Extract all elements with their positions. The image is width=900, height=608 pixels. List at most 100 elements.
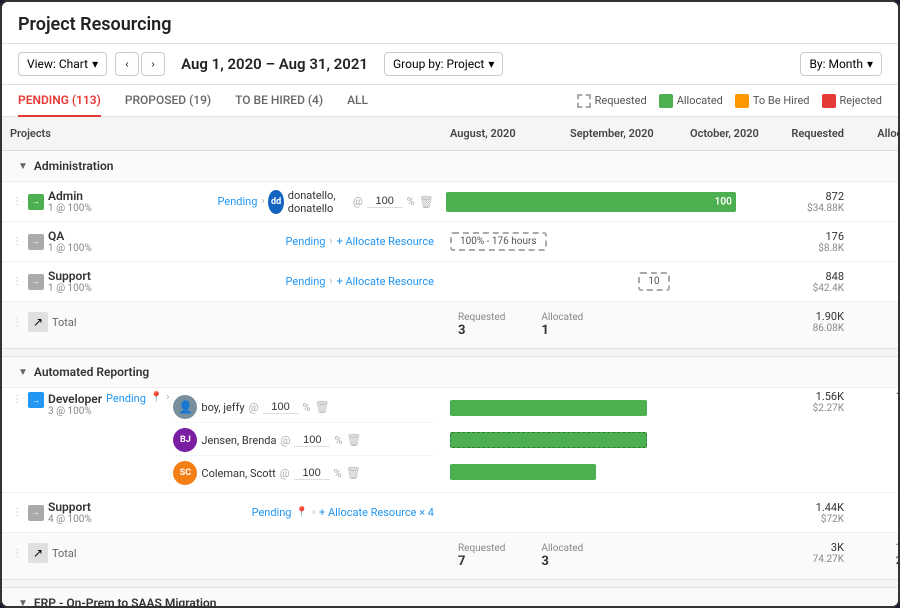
chevron-right-icon: › xyxy=(329,236,332,247)
stat-allocated-dev: 1.56K 2.27K xyxy=(852,388,898,492)
section-chevron-erp[interactable]: ▼ xyxy=(18,598,28,607)
resource-cell: dd donatello, donatello @ % 🗑 xyxy=(268,189,434,215)
percent-input[interactable] xyxy=(263,401,299,414)
total-row-ar: ⋮ ↗ Total Requested 7 Allocated 3 3K 74.… xyxy=(2,533,898,580)
percent-input[interactable] xyxy=(294,434,330,447)
location-icon: 📍 xyxy=(296,507,308,518)
avatar: BJ xyxy=(173,428,197,452)
percent-sign: % xyxy=(407,195,415,208)
gantt-dashed-block: 100% - 176 hours xyxy=(450,232,547,251)
row-left-admin: ⋮ → Admin 1 @ 100% Pending › dd donatell… xyxy=(2,185,442,219)
delete-icon[interactable]: 🗑 xyxy=(419,195,434,209)
project-name: QA xyxy=(48,229,282,243)
row-left-support2: ⋮ → Support 4 @ 100% Pending 📍 › + Alloc… xyxy=(2,496,442,529)
location-icon: 📍 xyxy=(150,392,162,488)
project-name: Support xyxy=(48,500,248,514)
section-gap-2 xyxy=(2,580,898,588)
avatar: dd xyxy=(268,190,283,214)
allocate-link[interactable]: + Allocate Resource xyxy=(336,235,434,248)
table-row: ⋮ → Support 1 @ 100% Pending › + Allocat… xyxy=(2,262,898,302)
delete-icon[interactable]: 🗑 xyxy=(315,400,330,414)
drag-handle[interactable]: ⋮ xyxy=(10,274,24,289)
stat-allocated: – xyxy=(852,233,898,250)
to-be-hired-icon xyxy=(735,94,749,108)
toolbar-right: By: Month ▾ xyxy=(800,52,882,76)
project-info: QA 1 @ 100% xyxy=(48,229,282,254)
status-badge[interactable]: Pending xyxy=(106,392,146,488)
total-counts-ar: Requested 7 Allocated 3 xyxy=(442,539,682,573)
group-select[interactable]: Group by: Project ▾ xyxy=(384,52,503,76)
next-button[interactable]: › xyxy=(141,52,165,76)
group-label: Group by: Project xyxy=(393,57,484,71)
project-name: Admin xyxy=(48,189,214,203)
resource-row: BJ Jensen, Brenda @ % 🗑 xyxy=(173,425,434,456)
section-erp: ▼ ERP - On-Prem to SAAS Migration xyxy=(2,588,898,606)
tab-pending[interactable]: PENDING (113) xyxy=(18,85,101,117)
status-badge[interactable]: Pending xyxy=(286,235,326,248)
month-select[interactable]: By: Month ▾ xyxy=(800,52,882,76)
total-stat-requested-ar: 3K 74.27K xyxy=(772,539,852,567)
drag-handle[interactable]: ⋮ xyxy=(10,234,24,249)
requested-icon xyxy=(577,94,591,108)
prev-button[interactable]: ‹ xyxy=(115,52,139,76)
chevron-down-icon-2: ▾ xyxy=(488,57,494,71)
chevron-right-icon: › xyxy=(166,392,169,488)
app-window: Project Resourcing View: Chart ▾ ‹ › Aug… xyxy=(0,0,900,608)
drag-handle[interactable]: ⋮ xyxy=(10,505,24,520)
project-name: Support xyxy=(48,269,282,283)
chevron-right-icon: › xyxy=(312,507,315,518)
section-chevron[interactable]: ▼ xyxy=(18,161,28,172)
resource-name: donatello, donatello xyxy=(288,189,349,215)
drag-handle[interactable]: ⋮ xyxy=(10,392,24,488)
section-administration: ▼ Administration xyxy=(2,151,898,182)
status-arrow-icon: → xyxy=(28,505,44,521)
chevron-right-icon: › xyxy=(261,196,264,207)
percent-input[interactable] xyxy=(294,467,330,480)
legend-requested: Requested xyxy=(577,94,647,108)
project-info: Support 1 @ 100% xyxy=(48,269,282,294)
status-badge[interactable]: Pending xyxy=(218,195,258,208)
delete-icon[interactable]: 🗑 xyxy=(346,466,361,480)
percent-input[interactable] xyxy=(367,195,403,208)
drag-handle: ⋮ xyxy=(10,315,24,330)
grid-header: Projects August, 2020 September, 2020 Oc… xyxy=(2,117,898,151)
status-badge[interactable]: Pending xyxy=(286,275,326,288)
project-sub: 1 @ 100% xyxy=(48,243,282,254)
total-allocated-col: Allocated 3 xyxy=(533,541,591,571)
total-left: ⋮ ↗ Total xyxy=(2,308,442,336)
section-gap xyxy=(2,349,898,357)
gantt-bar-2 xyxy=(450,432,647,448)
project-info: Admin 1 @ 100% xyxy=(48,189,214,214)
spacer xyxy=(682,388,772,492)
project-sub: 4 @ 100% xyxy=(48,514,248,525)
allocate-link[interactable]: + Allocate Resource xyxy=(336,275,434,288)
view-select[interactable]: View: Chart ▾ xyxy=(18,52,107,76)
allocate-link[interactable]: + Allocate Resource × 4 xyxy=(319,506,434,519)
status-badge[interactable]: Pending xyxy=(252,506,292,519)
tab-all[interactable]: ALL xyxy=(347,85,368,117)
section-chevron[interactable]: ▼ xyxy=(18,367,28,378)
gantt-area-qa: 100% - 176 hours xyxy=(442,232,772,251)
date-range: Aug 1, 2020 – Aug 31, 2021 xyxy=(181,55,368,73)
page-title: Project Resourcing xyxy=(18,14,882,35)
total-counts: Requested 3 Allocated 1 xyxy=(442,308,682,342)
month-label: By: Month xyxy=(809,57,863,71)
project-sub: 1 @ 100% xyxy=(48,283,282,294)
delete-icon[interactable]: 🗑 xyxy=(346,433,361,447)
drag-handle[interactable]: ⋮ xyxy=(10,194,24,209)
gantt-bar-label: 100 xyxy=(715,196,732,207)
project-sub: 1 @ 100% xyxy=(48,203,214,214)
tab-to-be-hired[interactable]: TO BE HIRED (4) xyxy=(235,85,323,117)
toolbar: View: Chart ▾ ‹ › Aug 1, 2020 – Aug 31, … xyxy=(2,44,898,85)
stat-requested-s2: 1.44K $72K xyxy=(772,499,852,527)
tab-proposed[interactable]: PROPOSED (19) xyxy=(125,85,211,117)
total-left: ⋮ ↗ Total xyxy=(2,539,442,567)
table-row: ⋮ → Admin 1 @ 100% Pending › dd donatell… xyxy=(2,182,898,222)
header-oct: October, 2020 xyxy=(682,123,772,144)
total-icon: ↗ xyxy=(28,312,48,332)
total-requested-col: Requested 3 xyxy=(450,310,513,340)
stat-requested: 176 $8.8K xyxy=(772,228,852,256)
total-stat-allocated: 872 – xyxy=(852,308,898,338)
legend-rejected: Rejected xyxy=(822,94,882,108)
gantt-bar: 100 xyxy=(446,192,736,212)
